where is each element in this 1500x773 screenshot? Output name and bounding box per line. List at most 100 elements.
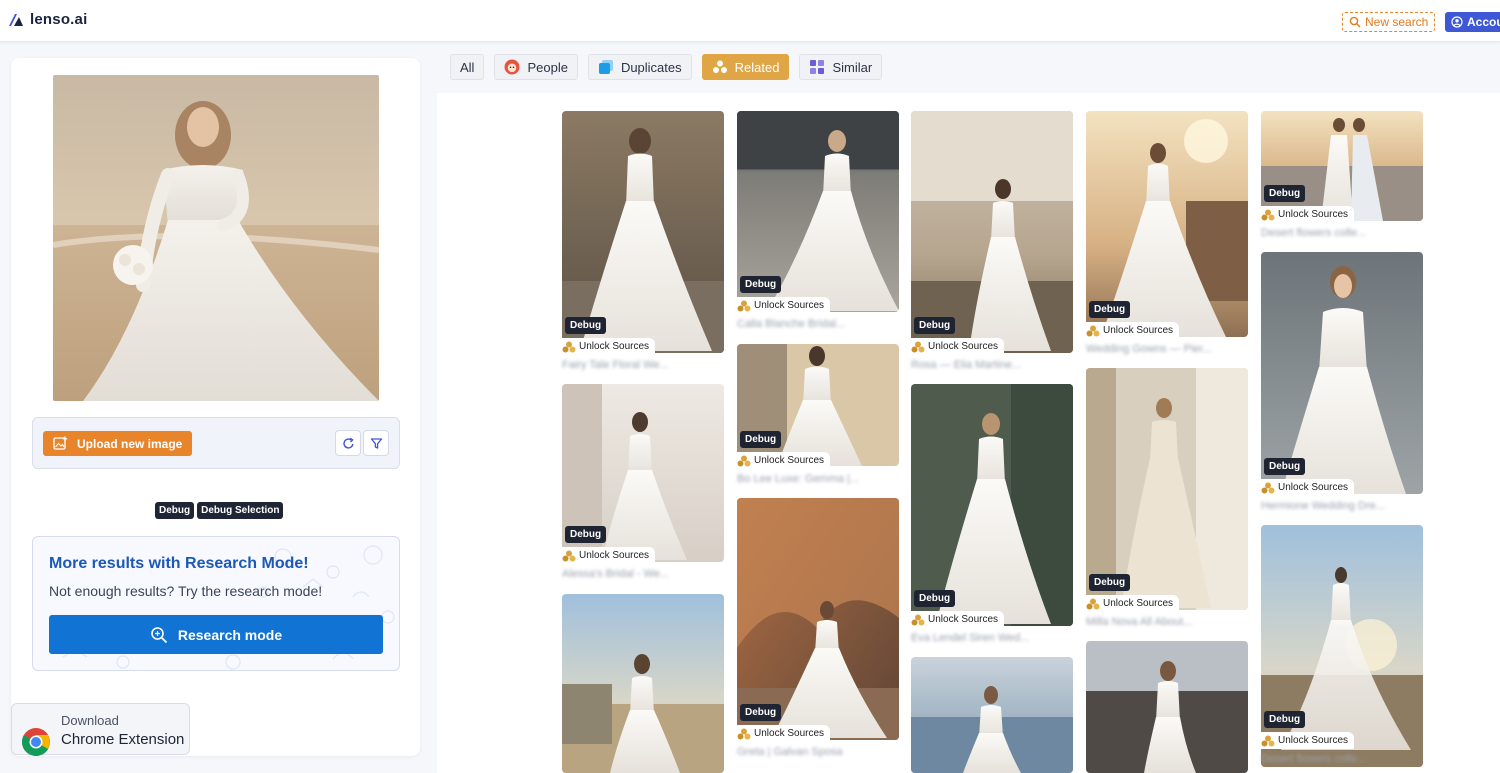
research-zoom-icon xyxy=(151,626,167,643)
result-image[interactable] xyxy=(1086,641,1248,773)
query-image xyxy=(53,75,379,401)
result-caption[interactable]: Milla Nova All About... xyxy=(1086,616,1192,628)
result-card[interactable]: Debug Unlock Sources Wedding Gowns — Pie… xyxy=(1086,111,1248,361)
debug-tags: Debug Debug Selection xyxy=(155,502,284,519)
unlock-sources-button[interactable]: Unlock Sources xyxy=(562,547,656,564)
result-card[interactable]: Debug Unlock Sources Desert flowers coll… xyxy=(1261,111,1423,246)
result-caption[interactable]: Alessa's Bridal - We... xyxy=(562,568,669,580)
result-card[interactable]: Debug Unlock Sources Bo Lee Luxe: Gemma … xyxy=(737,344,899,494)
result-caption[interactable]: Calla Blanche Bridal... xyxy=(737,318,845,330)
result-card[interactable] xyxy=(1086,641,1248,773)
user-circle-icon xyxy=(1451,16,1463,28)
coins-icon xyxy=(1086,598,1100,610)
result-card[interactable]: Debug Unlock Sources Greta | Galvan Spos… xyxy=(737,498,899,773)
chrome-logo-icon xyxy=(22,728,50,756)
result-image[interactable] xyxy=(1261,111,1423,221)
unlock-label: Unlock Sources xyxy=(754,300,825,311)
result-card[interactable] xyxy=(562,594,724,773)
coins-icon xyxy=(562,550,576,562)
tab-all-label: All xyxy=(460,59,475,75)
lenso-logo-icon xyxy=(9,13,23,26)
result-card[interactable]: Debug Unlock Sources Alessa's Bridal - W… xyxy=(562,384,724,584)
debug-badge: Debug xyxy=(740,276,782,293)
results-grid: Debug Unlock Sources Fairy Tale Floral W… xyxy=(437,93,1500,773)
unlock-sources-button[interactable]: Unlock Sources xyxy=(562,338,656,355)
unlock-sources-button[interactable]: Unlock Sources xyxy=(737,297,831,314)
result-card[interactable]: Debug Unlock Sources Rosa — Elia Martine… xyxy=(911,111,1073,381)
result-card[interactable]: Debug Unlock Sources Desert flowers coll… xyxy=(1261,525,1423,773)
result-image[interactable] xyxy=(562,594,724,773)
coins-icon xyxy=(562,341,576,353)
upload-label: Upload new image xyxy=(77,436,183,451)
research-title: More results with Research Mode! xyxy=(49,555,309,572)
account-label: Accou xyxy=(1467,15,1500,29)
tab-similar-label: Similar xyxy=(832,59,873,75)
unlock-label: Unlock Sources xyxy=(1278,209,1349,220)
result-image[interactable] xyxy=(1261,525,1423,767)
debug-tag[interactable]: Debug xyxy=(155,502,195,519)
filter-button[interactable] xyxy=(363,430,389,456)
unlock-sources-button[interactable]: Unlock Sources xyxy=(1261,206,1355,223)
tab-duplicates[interactable]: Duplicates xyxy=(587,54,692,80)
debug-badge: Debug xyxy=(1089,301,1131,318)
result-caption[interactable]: Rosa — Elia Martine... xyxy=(911,359,1021,371)
coins-icon xyxy=(1261,482,1275,494)
debug-badge: Debug xyxy=(565,317,607,334)
tab-related[interactable]: Related xyxy=(701,54,790,80)
result-caption[interactable]: Greta | Galvan Sposa xyxy=(737,746,843,758)
new-search-button[interactable]: New search xyxy=(1342,12,1436,32)
unlock-label: Unlock Sources xyxy=(579,341,650,352)
research-subtitle: Not enough results? Try the research mod… xyxy=(49,583,323,599)
unlock-label: Unlock Sources xyxy=(754,455,825,466)
upload-new-image-button[interactable]: Upload new image xyxy=(43,431,192,456)
unlock-sources-button[interactable]: Unlock Sources xyxy=(1261,479,1355,496)
tab-all[interactable]: All xyxy=(450,54,485,80)
unlock-label: Unlock Sources xyxy=(1278,735,1349,746)
result-caption[interactable]: Bo Lee Luxe: Gemma |... xyxy=(737,473,859,485)
chrome-extension-promo[interactable]: Download Chrome Extension xyxy=(11,703,190,756)
unlock-sources-button[interactable]: Unlock Sources xyxy=(737,452,831,469)
tab-people[interactable]: People xyxy=(494,54,578,80)
result-caption[interactable]: Desert flowers colle... xyxy=(1261,227,1366,239)
unlock-label: Unlock Sources xyxy=(928,341,999,352)
coins-icon xyxy=(1261,209,1275,221)
research-mode-button[interactable]: Research mode xyxy=(49,615,383,654)
result-caption[interactable]: Fairy Tale Floral We... xyxy=(562,359,669,371)
unlock-sources-button[interactable]: Unlock Sources xyxy=(911,611,1005,628)
result-card[interactable]: Debug Unlock Sources Eva Lendel Siren We… xyxy=(911,384,1073,648)
unlock-label: Unlock Sources xyxy=(754,728,825,739)
research-mode-card: More results with Research Mode! Not eno… xyxy=(32,536,400,671)
result-image[interactable] xyxy=(911,657,1073,773)
unlock-sources-button[interactable]: Unlock Sources xyxy=(911,338,1005,355)
result-card[interactable]: Debug Unlock Sources Fairy Tale Floral W… xyxy=(562,111,724,383)
tab-duplicates-label: Duplicates xyxy=(620,59,682,75)
search-icon xyxy=(1349,16,1361,28)
coins-icon xyxy=(1086,325,1100,337)
result-card[interactable]: Debug Unlock Sources Hermione Wedding Dr… xyxy=(1261,252,1423,516)
new-search-label: New search xyxy=(1365,15,1429,29)
unlock-sources-button[interactable]: Unlock Sources xyxy=(737,725,831,742)
account-button[interactable]: Accou xyxy=(1445,12,1500,32)
debug-badge: Debug xyxy=(1089,574,1131,591)
debug-badge: Debug xyxy=(1264,458,1306,475)
debug-selection-tag[interactable]: Debug Selection xyxy=(197,502,284,519)
result-card[interactable]: Debug Unlock Sources Milla Nova All Abou… xyxy=(1086,368,1248,632)
unlock-sources-button[interactable]: Unlock Sources xyxy=(1086,322,1180,339)
logo-text: lenso.ai xyxy=(30,11,88,28)
result-caption[interactable]: Hermione Wedding Dre... xyxy=(1261,500,1385,512)
unlock-sources-button[interactable]: Unlock Sources xyxy=(1086,595,1180,612)
unlock-sources-button[interactable]: Unlock Sources xyxy=(1261,732,1355,749)
result-caption[interactable]: Wedding Gowns — Pier... xyxy=(1086,343,1212,355)
result-card[interactable]: Debug Unlock Sources Calla Blanche Brida… xyxy=(737,111,899,336)
duplicates-icon xyxy=(598,60,613,74)
tab-similar[interactable]: Similar xyxy=(799,54,883,80)
similar-grid-icon xyxy=(810,60,825,74)
result-caption[interactable]: Eva Lendel Siren Wed... xyxy=(911,632,1029,644)
refresh-button[interactable] xyxy=(335,430,361,456)
result-caption[interactable]: Desert flowers colle... xyxy=(1261,753,1366,765)
unlock-label: Unlock Sources xyxy=(1278,482,1349,493)
result-card[interactable] xyxy=(911,657,1073,773)
unlock-label: Unlock Sources xyxy=(1103,325,1174,336)
logo[interactable]: lenso.ai xyxy=(8,11,87,28)
unlock-label: Unlock Sources xyxy=(1103,598,1174,609)
